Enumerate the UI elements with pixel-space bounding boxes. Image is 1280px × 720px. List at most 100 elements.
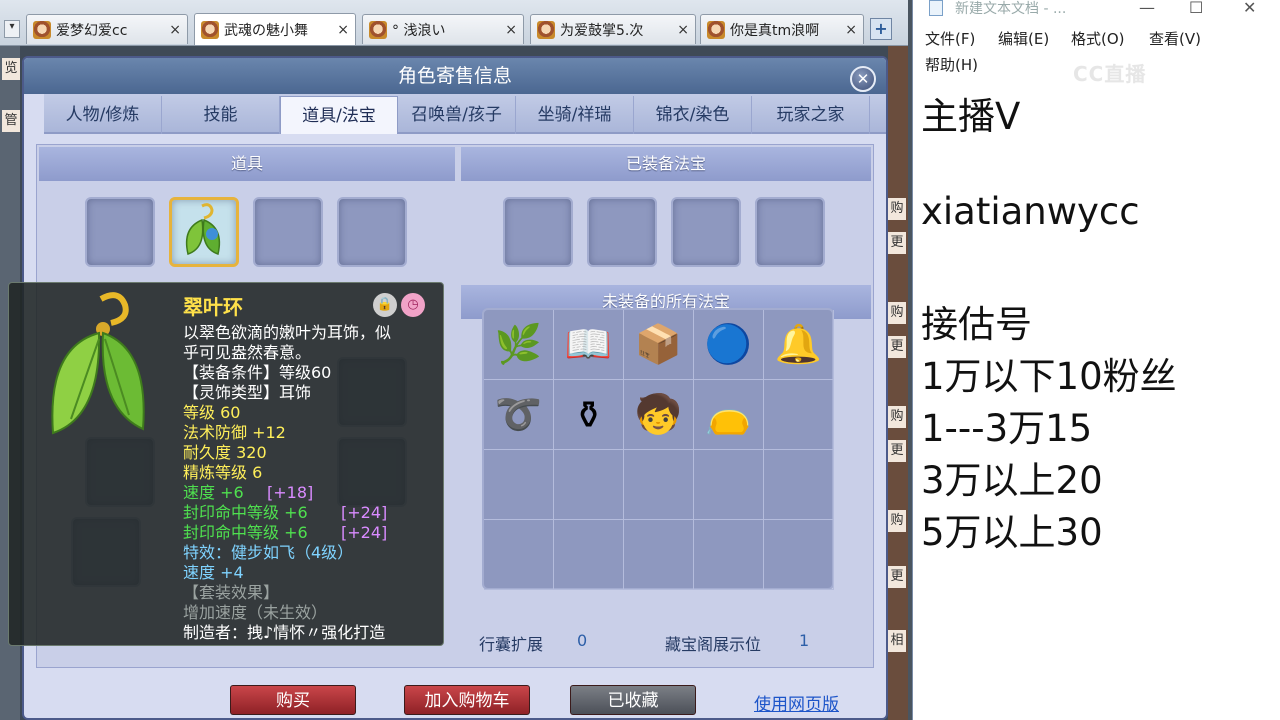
- empty-cell[interactable]: [484, 450, 554, 520]
- empty-cell[interactable]: [554, 450, 624, 520]
- branch-icon[interactable]: 🌿: [484, 310, 554, 380]
- close-icon[interactable]: ✕: [1243, 0, 1256, 17]
- lock-icon[interactable]: 🔒: [373, 293, 397, 317]
- tab-list-dropdown[interactable]: ▾: [4, 20, 20, 38]
- ring-icon[interactable]: ➰: [484, 380, 554, 450]
- item-slot-selected[interactable]: [169, 197, 239, 267]
- tab-close-icon[interactable]: ×: [677, 22, 689, 38]
- clock-icon[interactable]: ◷: [401, 293, 425, 317]
- browser-tab[interactable]: 为爱鼓掌5.次 ×: [530, 14, 696, 44]
- browser-tab[interactable]: 你是真tm浪啊 ×: [700, 14, 864, 44]
- side-tag[interactable]: 相: [888, 630, 906, 652]
- side-tag[interactable]: 更: [888, 440, 906, 462]
- browser-tab[interactable]: 爱梦幻爱cc ×: [26, 14, 188, 44]
- item-desc: 以翠色欲滴的嫩叶为耳饰，似: [183, 323, 392, 342]
- maximize-icon[interactable]: ☐: [1189, 0, 1203, 17]
- tab-title: 武魂の魅小舞: [224, 22, 308, 39]
- box-icon[interactable]: 📦: [624, 310, 694, 380]
- empty-cell[interactable]: [694, 450, 764, 520]
- web-version-link[interactable]: 使用网页版: [754, 690, 839, 715]
- item-tooltip: 翠叶环 🔒 ◷ 以翠色欲滴的嫩叶为耳饰，似 乎可见盎然春意。 【装备条件】等级6…: [8, 282, 444, 646]
- equipped-slot[interactable]: [503, 197, 573, 267]
- vault-label: 藏宝阁展示位: [665, 635, 762, 654]
- item-speed-bonus: [+18]: [267, 483, 314, 502]
- leaf-earring-icon: [51, 292, 145, 435]
- side-tag[interactable]: 购: [888, 198, 906, 220]
- empty-cell[interactable]: [554, 520, 624, 590]
- tab-summons[interactable]: 召唤兽/孩子: [398, 96, 516, 134]
- menu-help[interactable]: 帮助(H): [925, 54, 978, 75]
- menu-file[interactable]: 文件(F): [925, 28, 975, 49]
- item-speed: 速度 +6: [183, 483, 244, 502]
- empty-cell[interactable]: [764, 380, 834, 450]
- empty-cell[interactable]: [764, 450, 834, 520]
- browser-tab[interactable]: ° 浅浪い ×: [362, 14, 524, 44]
- empty-cell[interactable]: [764, 520, 834, 590]
- notepad-window: 新建文本文档 - ... — ☐ ✕ 文件(F) 编辑(E) 格式(O) 查看(…: [912, 0, 1280, 720]
- item-level: 等级 60: [183, 403, 241, 422]
- side-tag[interactable]: 购: [888, 406, 906, 428]
- tab-avatar-icon: [201, 20, 219, 39]
- tab-title: 为爱鼓掌5.次: [560, 22, 644, 39]
- tab-mounts[interactable]: 坐骑/祥瑞: [516, 96, 634, 134]
- mirror-icon[interactable]: 🔵: [694, 310, 764, 380]
- doll-icon[interactable]: 🧒: [624, 380, 694, 450]
- tab-outfits[interactable]: 锦衣/染色: [634, 96, 752, 134]
- item-slot[interactable]: [85, 197, 155, 267]
- item-magic-def: 法术防御 +12: [183, 423, 286, 442]
- browser-tab-active[interactable]: 武魂の魅小舞 ×: [194, 13, 356, 45]
- text-line: 3万以上20: [921, 459, 1103, 502]
- menu-view[interactable]: 查看(V): [1149, 28, 1201, 49]
- side-tag[interactable]: 更: [888, 232, 906, 254]
- side-tag[interactable]: 更: [888, 336, 906, 358]
- buy-button[interactable]: 购买: [230, 685, 356, 715]
- tab-home[interactable]: 玩家之家: [752, 96, 870, 134]
- empty-cell[interactable]: [694, 520, 764, 590]
- bell-icon[interactable]: 🔔: [764, 310, 834, 380]
- text-line: 主播V: [921, 95, 1021, 138]
- add-cart-button[interactable]: 加入购物车: [404, 685, 530, 715]
- empty-cell[interactable]: [624, 520, 694, 590]
- side-tag[interactable]: 购: [888, 510, 906, 532]
- item-special: 特效：健步如飞（4级）: [183, 543, 354, 562]
- side-tag[interactable]: 购: [888, 302, 906, 324]
- saved-button[interactable]: 已收藏: [570, 685, 696, 715]
- browser-tab-strip: ▾ 爱梦幻爱cc × 武魂の魅小舞 × ° 浅浪い × 为爱鼓掌5.次 × 你是…: [0, 0, 908, 46]
- notepad-titlebar: 新建文本文档 - ... — ☐ ✕: [913, 0, 1280, 20]
- tab-close-icon[interactable]: ×: [505, 22, 517, 38]
- equipped-slot[interactable]: [671, 197, 741, 267]
- menu-format[interactable]: 格式(O): [1071, 28, 1125, 49]
- tab-title: 爱梦幻爱cc: [56, 22, 128, 39]
- new-tab-button[interactable]: +: [870, 18, 892, 40]
- side-tag[interactable]: 更: [888, 566, 906, 588]
- equipped-header: 已装备法宝: [461, 147, 871, 181]
- cauldron-icon[interactable]: ⚱: [554, 380, 624, 450]
- side-tag: 管: [2, 110, 20, 132]
- empty-cell[interactable]: [484, 520, 554, 590]
- vault-value: 1: [799, 631, 810, 650]
- menu-edit[interactable]: 编辑(E): [998, 28, 1049, 49]
- minimize-icon[interactable]: —: [1139, 0, 1155, 17]
- item-maker: 制造者：拽♪情怀〃强化打造: [183, 623, 386, 642]
- tab-close-icon[interactable]: ×: [337, 22, 349, 38]
- item-seal-bonus: [+24]: [341, 503, 388, 522]
- item-speed2: 速度 +4: [183, 563, 244, 582]
- item-slot[interactable]: [253, 197, 323, 267]
- tab-character[interactable]: 人物/修炼: [44, 96, 162, 134]
- tab-close-icon[interactable]: ×: [169, 22, 181, 38]
- item-slot[interactable]: [337, 197, 407, 267]
- item-durability: 耐久度 320: [183, 443, 267, 462]
- tab-close-icon[interactable]: ×: [845, 22, 857, 38]
- tab-items[interactable]: 道具/法宝: [280, 96, 398, 134]
- book-icon[interactable]: 📖: [554, 310, 624, 380]
- empty-cell[interactable]: [624, 450, 694, 520]
- pouch-icon[interactable]: 👝: [694, 380, 764, 450]
- text-line: 接估号: [921, 303, 1032, 346]
- bag-expand-value: 0: [577, 631, 588, 650]
- equipped-slot[interactable]: [755, 197, 825, 267]
- close-icon[interactable]: ✕: [850, 66, 876, 92]
- tab-skills[interactable]: 技能: [162, 96, 280, 134]
- item-seal: 封印命中等级 +6: [183, 523, 308, 542]
- equipped-slot[interactable]: [587, 197, 657, 267]
- leaf-earring-icon: [185, 203, 221, 255]
